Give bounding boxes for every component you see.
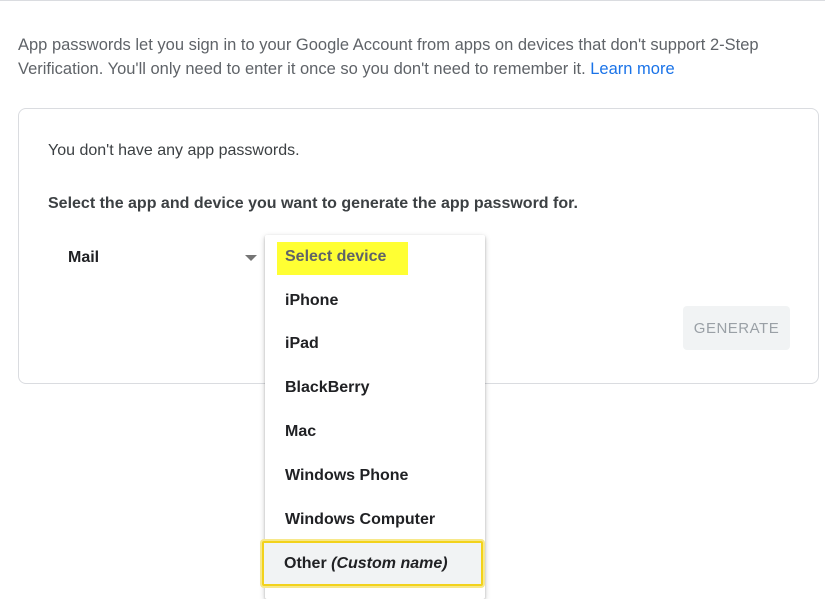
app-select-value: Mail bbox=[68, 249, 100, 266]
select-instruction: Select the app and device you want to ge… bbox=[48, 195, 578, 212]
app-select[interactable]: Mail bbox=[55, 237, 265, 277]
menu-item-mac[interactable]: Mac bbox=[265, 412, 485, 452]
menu-item-blackberry[interactable]: BlackBerry bbox=[265, 368, 485, 408]
other-hint: (Custom name) bbox=[331, 555, 448, 572]
menu-item-windows-computer[interactable]: Windows Computer bbox=[265, 500, 485, 540]
menu-item-iphone[interactable]: iPhone bbox=[265, 281, 485, 321]
learn-more-link[interactable]: Learn more bbox=[590, 60, 674, 78]
intro-text: App passwords let you sign in to your Go… bbox=[18, 33, 818, 81]
menu-item-label: Windows Computer bbox=[285, 511, 436, 528]
menu-item-windows-phone[interactable]: Windows Phone bbox=[265, 456, 485, 496]
menu-item-label: Mac bbox=[285, 423, 317, 440]
no-passwords-message: You don't have any app passwords. bbox=[48, 142, 300, 159]
other-label: Other bbox=[284, 555, 327, 572]
menu-item-other-text: Other (Custom name) bbox=[284, 543, 448, 584]
menu-item-select-device[interactable]: Select device bbox=[265, 237, 485, 277]
menu-item-label: iPhone bbox=[285, 292, 339, 309]
top-divider bbox=[0, 0, 825, 1]
generate-button[interactable]: GENERATE bbox=[683, 306, 790, 350]
menu-item-ipad[interactable]: iPad bbox=[265, 324, 485, 364]
dropdown-arrow-icon bbox=[245, 255, 257, 261]
menu-item-label: Select device bbox=[285, 248, 387, 265]
device-select-menu: Select device iPhone iPad BlackBerry Mac… bbox=[262, 235, 485, 599]
app-passwords-page: App passwords let you sign in to your Go… bbox=[0, 0, 825, 599]
menu-item-label: iPad bbox=[285, 335, 319, 352]
menu-item-other[interactable]: Other (Custom name) bbox=[262, 541, 483, 586]
menu-item-label: Windows Phone bbox=[285, 467, 409, 484]
menu-item-label: BlackBerry bbox=[285, 379, 370, 396]
